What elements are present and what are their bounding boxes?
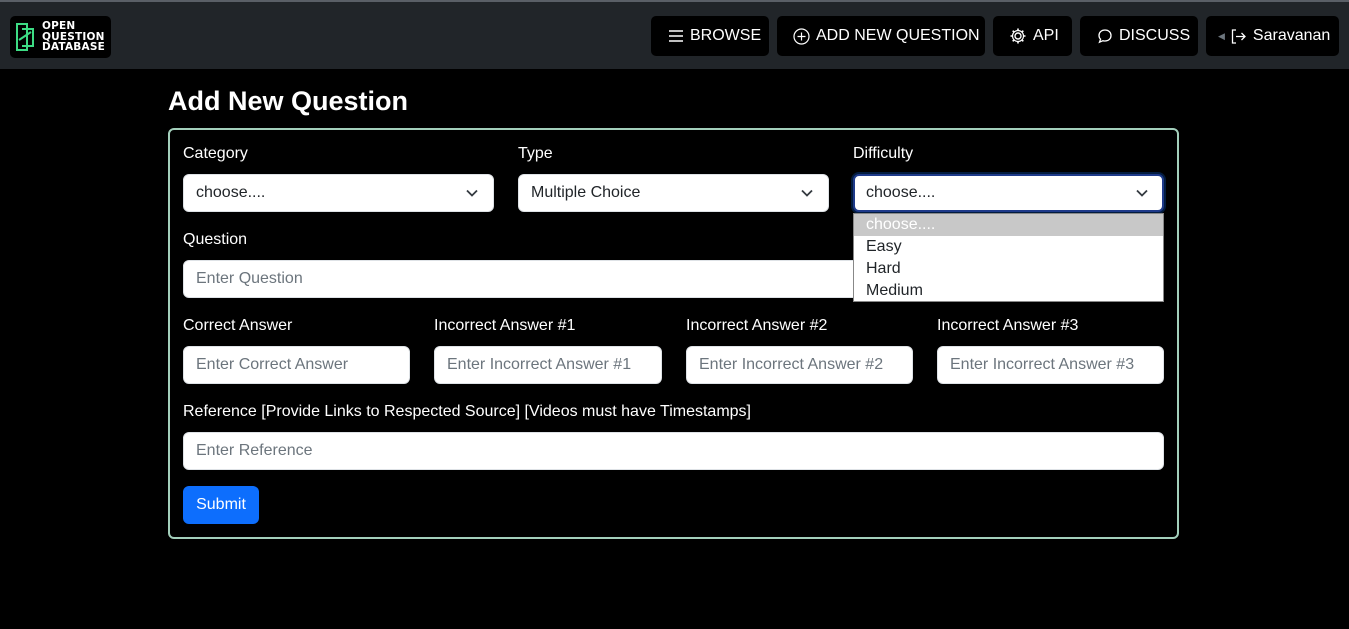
correct-answer-placeholder: Enter Correct Answer xyxy=(196,356,349,373)
question-label: Question xyxy=(183,231,248,248)
difficulty-option-medium[interactable]: Medium xyxy=(854,280,1163,302)
nav-user-button[interactable]: ◀ Saravanan xyxy=(1206,16,1339,56)
type-select-value: Multiple Choice xyxy=(531,184,641,201)
site-logo[interactable]: OPEN QUESTION DATABASE xyxy=(10,16,111,58)
logo-line-3: DATABASE xyxy=(42,41,105,54)
nav-add-question-label: ADD NEW QUESTION xyxy=(816,27,980,44)
incorrect-answer-2-input[interactable]: Enter Incorrect Answer #2 xyxy=(686,346,913,384)
incorrect-answer-1-input[interactable]: Enter Incorrect Answer #1 xyxy=(434,346,662,384)
category-select[interactable]: choose.... xyxy=(183,174,494,212)
incorrect-answer-2-label: Incorrect Answer #2 xyxy=(686,317,828,334)
difficulty-dropdown-list: choose.... Easy Hard Medium xyxy=(853,213,1164,302)
type-select[interactable]: Multiple Choice xyxy=(518,174,829,212)
nav-api-label: API xyxy=(1033,27,1059,44)
reference-label: Reference [Provide Links to Respected So… xyxy=(183,403,751,420)
type-label: Type xyxy=(518,145,553,162)
difficulty-label: Difficulty xyxy=(853,145,914,162)
category-select-value: choose.... xyxy=(196,184,266,201)
difficulty-option-easy[interactable]: Easy xyxy=(854,236,1163,258)
chevron-down-icon xyxy=(801,189,813,197)
logo-mark-icon xyxy=(16,23,34,51)
navbar: OPEN QUESTION DATABASE BROWSE ADD NEW QU… xyxy=(0,0,1349,69)
menu-icon xyxy=(668,29,684,43)
chevron-down-icon xyxy=(466,189,478,197)
nav-browse-label: BROWSE xyxy=(690,27,762,44)
incorrect-answer-3-label: Incorrect Answer #3 xyxy=(937,317,1079,334)
reference-placeholder: Enter Reference xyxy=(196,442,313,459)
logout-icon xyxy=(1230,28,1247,45)
incorrect-answer-1-label: Incorrect Answer #1 xyxy=(434,317,576,334)
nav-user-label: Saravanan xyxy=(1252,27,1331,44)
chevron-down-icon xyxy=(1136,189,1148,197)
correct-answer-input[interactable]: Enter Correct Answer xyxy=(183,346,410,384)
incorrect-answer-3-placeholder: Enter Incorrect Answer #3 xyxy=(950,356,1135,373)
caret-left-icon: ◀ xyxy=(1218,30,1225,41)
question-input-placeholder: Enter Question xyxy=(196,270,303,287)
incorrect-answer-3-input[interactable]: Enter Incorrect Answer #3 xyxy=(937,346,1164,384)
nav-discuss-button[interactable]: DISCUSS xyxy=(1080,16,1198,56)
page-title: Add New Question xyxy=(168,86,409,116)
nav-browse-button[interactable]: BROWSE xyxy=(651,16,769,56)
reference-input[interactable]: Enter Reference xyxy=(183,432,1164,470)
gear-icon xyxy=(1009,27,1027,45)
difficulty-select[interactable]: choose.... xyxy=(853,174,1164,212)
nav-add-question-button[interactable]: ADD NEW QUESTION xyxy=(777,16,985,56)
submit-button[interactable]: Submit xyxy=(183,486,259,524)
plus-circle-icon xyxy=(793,27,810,45)
incorrect-answer-2-placeholder: Enter Incorrect Answer #2 xyxy=(699,356,884,373)
correct-answer-label: Correct Answer xyxy=(183,317,293,334)
difficulty-select-value: choose.... xyxy=(866,184,936,201)
nav-api-button[interactable]: API xyxy=(993,16,1072,56)
difficulty-option-choose[interactable]: choose.... xyxy=(854,214,1163,236)
logo-text: OPEN QUESTION DATABASE xyxy=(42,21,105,53)
chat-icon xyxy=(1097,28,1113,44)
nav-discuss-label: DISCUSS xyxy=(1119,27,1191,44)
difficulty-option-hard[interactable]: Hard xyxy=(854,258,1163,280)
incorrect-answer-1-placeholder: Enter Incorrect Answer #1 xyxy=(447,356,632,373)
category-label: Category xyxy=(183,145,248,162)
